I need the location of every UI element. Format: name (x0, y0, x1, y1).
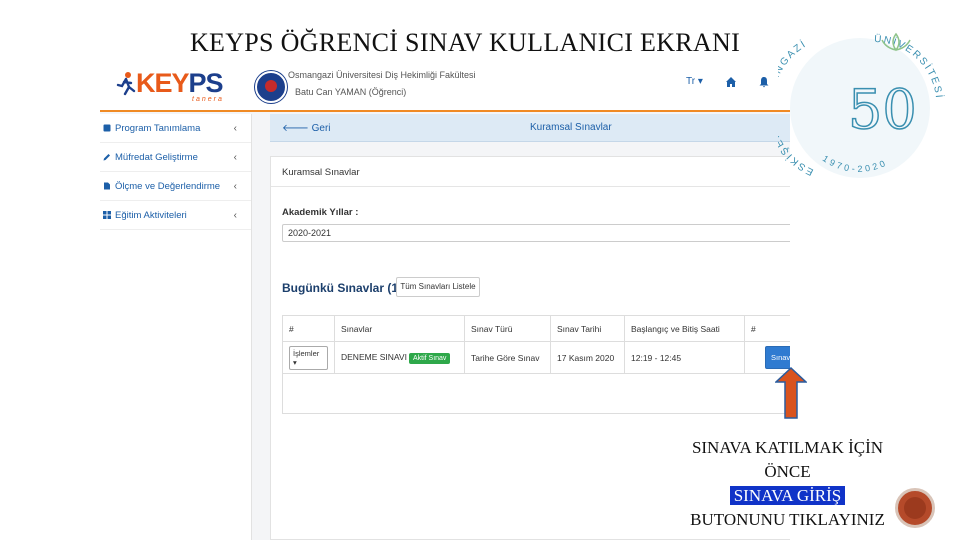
page-title: Kuramsal Sınavlar (530, 122, 612, 133)
today-exams-title: Bugünkü Sınavlar (1) (282, 281, 403, 295)
instruction-line: SINAVA KATILMAK İÇİN (691, 438, 884, 457)
language-selector[interactable]: Tr ▾ (686, 76, 703, 87)
instruction-line: ÖNCE (764, 462, 811, 481)
logo-text: KEYPS (136, 68, 224, 98)
list-all-exams-button[interactable]: Tüm Sınavları Listele (396, 277, 480, 297)
grid-icon (103, 211, 111, 219)
exam-name: DENEME SINAVI (341, 351, 407, 362)
sidebar: Program Tanımlama ‹ Müfredat Geliştirme … (100, 114, 252, 540)
chevron-left-icon: ‹ (233, 152, 237, 163)
sidebar-item-label: Eğitim Aktiviteleri (115, 210, 187, 221)
column-header: # (744, 315, 790, 342)
exam-date: 17 Kasım 2020 (550, 341, 625, 374)
operations-dropdown[interactable]: İşlemler ▾ (289, 345, 328, 370)
column-header: Başlangıç ve Bitiş Saati (624, 315, 745, 342)
column-header: Sınavlar (334, 315, 465, 342)
bell-icon[interactable] (758, 76, 770, 88)
arrow-up-icon (775, 367, 807, 419)
instruction-highlight: SINAVA GİRİŞ (729, 486, 846, 505)
instruction-line: SINAVA GİRİŞ (660, 484, 915, 508)
svg-text:1970-2020: 1970-2020 (821, 153, 890, 174)
empty-cell (282, 373, 790, 414)
pencil-icon (103, 154, 110, 161)
keyps-logo[interactable]: KEYPS tanera (114, 68, 244, 108)
table-header-row: # Sınavlar Sınav Türü Sınav Tarihi Başla… (282, 315, 790, 342)
table-row-empty (282, 373, 790, 414)
exam-time: 12:19 - 12:45 (624, 341, 745, 374)
anniversary-emblem: ESKİŞEHİR OSMANGAZİ ÜNİVERSİTESİ 1970-20… (778, 32, 944, 178)
file-icon (104, 182, 110, 190)
back-button[interactable]: 🡐 Geri (282, 122, 331, 134)
column-header: Sınav Tarihi (550, 315, 625, 342)
column-header: Sınav Türü (464, 315, 551, 342)
svg-text:ESKİŞEHİR OSMANGAZİ: ESKİŞEHİR OSMANGAZİ (778, 37, 815, 178)
decorative-circle-icon (895, 488, 935, 528)
sidebar-item-assessment[interactable]: Ölçme ve Değerlendirme ‹ (100, 172, 251, 201)
user-name: Batu Can YAMAN (Öğrenci) (295, 87, 407, 97)
status-badge: Aktif Sınav (408, 352, 451, 364)
top-bar: KEYPS tanera Osmangazi Üniversitesi Diş … (100, 66, 790, 112)
sidebar-item-label: Ölçme ve Değerlendirme (115, 181, 221, 192)
panel-title: Kuramsal Sınavlar (271, 157, 790, 187)
arc-text-years: 1970-2020 (821, 153, 887, 174)
runner-icon (116, 72, 136, 96)
exam-type: Tarihe Göre Sınav (464, 341, 551, 374)
slide: KEYPS ÖĞRENCİ SINAV KULLANICI EKRANI KEY… (0, 0, 960, 540)
ops-cell: İşlemler ▾ (282, 341, 335, 374)
instruction-text: SINAVA KATILMAK İÇİN ÖNCE SINAVA GİRİŞ B… (660, 436, 915, 532)
academic-year-select[interactable]: 2020-2021 × ▼ (282, 224, 790, 242)
table-row: İşlemler ▾ DENEME SINAVI Aktif Sınav Tari… (282, 341, 790, 374)
sidebar-item-curriculum[interactable]: Müfredat Geliştirme ‹ (100, 143, 251, 172)
anniversary-logo: ESKİŞEHİR OSMANGAZİ ÜNİVERSİTESİ 1970-20… (778, 20, 950, 180)
anniversary-number: 50 (848, 78, 917, 141)
sidebar-item-label: Müfredat Geliştirme (115, 152, 198, 163)
chevron-left-icon: ‹ (233, 210, 237, 221)
university-name: Osmangazi Üniversitesi Diş Hekimliği Fak… (288, 70, 476, 80)
academic-year-label: Akademik Yıllar : (282, 207, 359, 218)
chevron-left-icon: ‹ (233, 181, 237, 192)
arrow-left-icon: 🡐 (282, 123, 312, 134)
content-header: 🡐 Geri Kuramsal Sınavlar (270, 114, 790, 142)
book-icon (103, 124, 111, 132)
university-seal-icon (255, 71, 287, 103)
sidebar-item-activities[interactable]: Eğitim Aktiviteleri ‹ (100, 201, 251, 230)
home-icon[interactable] (725, 76, 737, 88)
column-header: # (282, 315, 335, 342)
sidebar-item-program[interactable]: Program Tanımlama ‹ (100, 114, 251, 143)
sidebar-item-label: Program Tanımlama (115, 123, 201, 134)
arc-text-left: ESKİŞEHİR OSMANGAZİ (778, 37, 813, 178)
exam-cell: DENEME SINAVI Aktif Sınav (334, 341, 465, 374)
exams-table: # Sınavlar Sınav Türü Sınav Tarihi Başla… (282, 315, 790, 414)
logo-subtitle: tanera (192, 96, 224, 103)
instruction-line: BUTONUNU TIKLAYINIZ (690, 510, 885, 529)
enter-exam-button[interactable]: Sınava Giriş (765, 346, 790, 369)
chevron-left-icon: ‹ (233, 123, 237, 134)
